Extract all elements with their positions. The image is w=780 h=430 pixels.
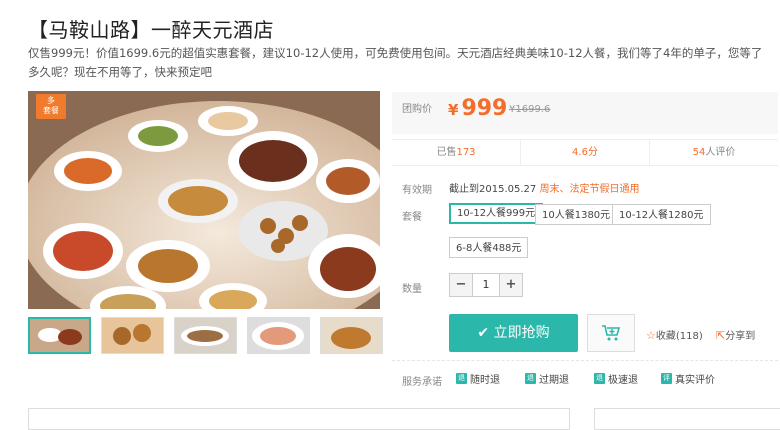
stats-bar: 已售173 4.6分 54人评价: [392, 139, 778, 166]
check-icon: ✔: [477, 325, 494, 341]
divider: [392, 360, 778, 361]
favorite-button[interactable]: ☆收藏(118): [646, 327, 703, 342]
quantity-input[interactable]: 1: [472, 274, 500, 296]
quantity-plus-button[interactable]: +: [500, 274, 522, 296]
refund-icon: 退: [594, 373, 605, 384]
package-label: 套餐: [402, 212, 422, 223]
thumbnail-4[interactable]: [247, 317, 310, 354]
package-option-3[interactable]: 10-12人餐1280元: [612, 204, 711, 225]
combo-badge: 多 套餐: [36, 94, 66, 119]
share-icon: ⇱: [716, 329, 726, 342]
main-product-image[interactable]: [28, 91, 380, 309]
sold-count: 已售173: [392, 140, 521, 165]
package-option-1[interactable]: 10-12人餐999元: [449, 203, 544, 224]
thumbnail-5[interactable]: [320, 317, 383, 354]
thumbnail-3[interactable]: [174, 317, 237, 354]
add-to-cart-button[interactable]: [587, 314, 635, 352]
share-button[interactable]: ⇱分享到: [716, 327, 755, 342]
original-price: ¥1699.6: [509, 104, 551, 115]
reviews-link[interactable]: 54人评价: [650, 140, 778, 165]
service-label: 服务承诺: [402, 377, 442, 388]
quantity-stepper: − 1 +: [449, 273, 523, 297]
review-icon: 评: [661, 373, 672, 384]
sidebar-box: [594, 408, 780, 430]
service-expired-refund: 退过期退: [525, 373, 569, 386]
service-fast-refund: 退极速退: [594, 373, 638, 386]
thumbnail-1[interactable]: [28, 317, 91, 354]
refund-icon: 退: [525, 373, 536, 384]
service-real-reviews: 评真实评价: [661, 373, 715, 386]
product-title: 【马鞍山路】一醉天元酒店: [28, 18, 274, 42]
current-price: ¥999: [448, 96, 508, 121]
details-tab-bar: [28, 408, 570, 430]
quantity-minus-button[interactable]: −: [450, 274, 472, 296]
validity-label: 有效期: [402, 185, 432, 196]
cart-icon: [602, 325, 621, 341]
star-icon: ☆: [646, 329, 656, 342]
thumbnail-strip: [28, 317, 383, 354]
package-option-4[interactable]: 6-8人餐488元: [449, 237, 529, 258]
price-label: 团购价: [402, 104, 432, 115]
quantity-label: 数量: [402, 284, 422, 295]
validity-text: 截止到2015.05.27 周末、法定节假日通用: [449, 184, 640, 195]
buy-now-button[interactable]: ✔ 立即抢购: [449, 314, 578, 352]
refund-icon: 退: [456, 373, 467, 384]
service-anytime-refund: 退随时退: [456, 373, 500, 386]
package-option-2[interactable]: 10人餐1380元: [535, 204, 618, 225]
thumbnail-2[interactable]: [101, 317, 164, 354]
product-description: 仅售999元！价值1699.6元的超值实惠套餐，建议10-12人使用，可免费使用…: [28, 46, 763, 79]
rating: 4.6分: [521, 140, 650, 165]
